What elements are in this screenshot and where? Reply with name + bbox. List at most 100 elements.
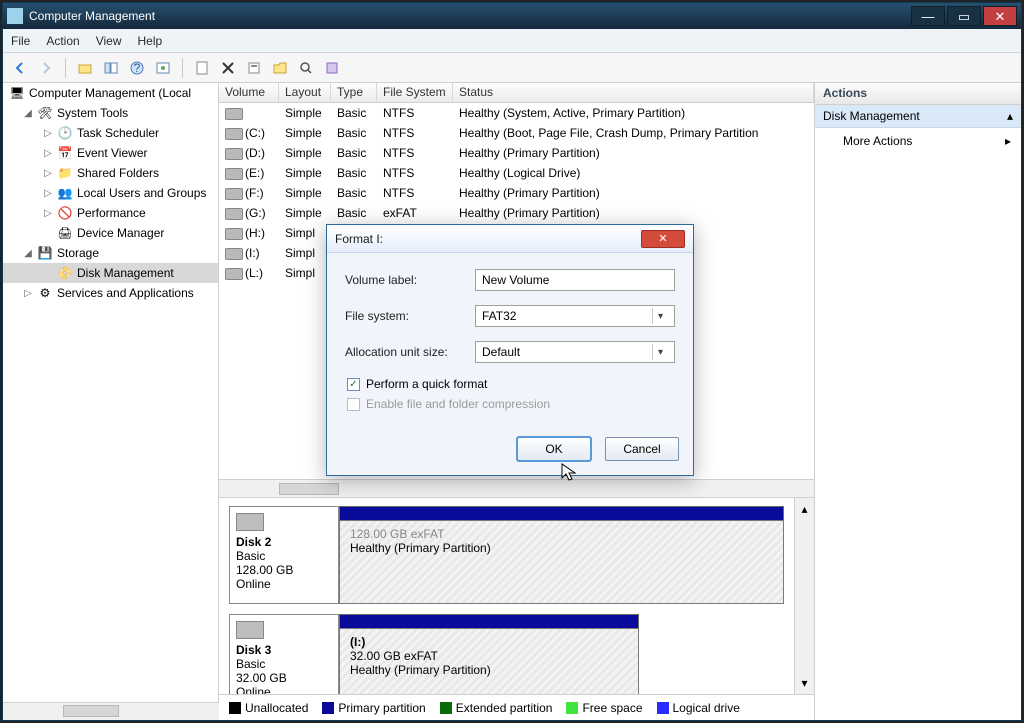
perf-icon: 🚫 bbox=[57, 205, 73, 221]
disk-size: 128.00 GB bbox=[236, 563, 332, 577]
disk-icon: 📀 bbox=[57, 265, 73, 281]
chevron-down-icon: ▾ bbox=[652, 344, 668, 360]
dialog-close-button[interactable]: ✕ bbox=[641, 230, 685, 248]
tree-shared-folders[interactable]: Shared Folders bbox=[77, 166, 159, 180]
tree-local-users[interactable]: Local Users and Groups bbox=[77, 186, 206, 200]
expand-icon[interactable]: ▷ bbox=[43, 128, 53, 139]
dialog-titlebar[interactable]: Format I: ✕ bbox=[327, 225, 693, 253]
tree-device-manager[interactable]: Device Manager bbox=[77, 226, 164, 240]
settings-button[interactable] bbox=[321, 57, 343, 79]
dialog-title: Format I: bbox=[335, 232, 641, 246]
volume-row[interactable]: (C:)SimpleBasicNTFSHealthy (Boot, Page F… bbox=[219, 123, 814, 143]
quick-format-checkbox[interactable]: ✓ Perform a quick format bbox=[347, 377, 675, 391]
checkbox-unchecked-icon bbox=[347, 398, 360, 411]
tree-event-viewer[interactable]: Event Viewer bbox=[77, 146, 147, 160]
volume-icon bbox=[225, 268, 243, 280]
tree-services[interactable]: Services and Applications bbox=[57, 286, 194, 300]
expand-icon[interactable]: ▷ bbox=[43, 188, 53, 199]
event-icon: 📅 bbox=[57, 145, 73, 161]
scroll-down-icon[interactable]: ▾ bbox=[801, 676, 807, 690]
actions-more[interactable]: More Actions ▸ bbox=[815, 128, 1021, 154]
filesystem-label: File system: bbox=[345, 309, 475, 323]
disk-row[interactable]: Disk 3 Basic 32.00 GB Online (I:) 32.00 … bbox=[229, 614, 784, 694]
magnify-button[interactable] bbox=[295, 57, 317, 79]
allocation-select[interactable]: Default ▾ bbox=[475, 341, 675, 363]
ok-button[interactable]: OK bbox=[517, 437, 591, 461]
volume-row[interactable]: (D:)SimpleBasicNTFSHealthy (Primary Part… bbox=[219, 143, 814, 163]
tools-icon: 🛠 bbox=[37, 105, 53, 121]
delete-button[interactable] bbox=[217, 57, 239, 79]
col-type[interactable]: Type bbox=[331, 83, 377, 102]
window-title: Computer Management bbox=[29, 9, 909, 23]
partition-area[interactable]: 128.00 GB exFAT Healthy (Primary Partiti… bbox=[339, 506, 784, 604]
tree-system-tools[interactable]: System Tools bbox=[57, 106, 128, 120]
volume-row[interactable]: (F:)SimpleBasicNTFSHealthy (Primary Part… bbox=[219, 183, 814, 203]
expand-icon[interactable]: ▷ bbox=[43, 148, 53, 159]
volume-icon bbox=[225, 168, 243, 180]
services-icon: ⚙ bbox=[37, 285, 53, 301]
minimize-button[interactable]: — bbox=[911, 6, 945, 26]
volume-icon bbox=[225, 208, 243, 220]
disk-icon bbox=[236, 513, 264, 531]
tree-storage[interactable]: Storage bbox=[57, 246, 99, 260]
volume-row[interactable]: (E:)SimpleBasicNTFSHealthy (Logical Driv… bbox=[219, 163, 814, 183]
menu-file[interactable]: File bbox=[11, 34, 30, 48]
collapse-icon[interactable]: ▴ bbox=[1007, 109, 1013, 123]
menu-view[interactable]: View bbox=[96, 34, 122, 48]
expand-icon[interactable]: ▷ bbox=[43, 208, 53, 219]
help-button[interactable]: ? bbox=[126, 57, 148, 79]
partition-label: (I:) bbox=[350, 635, 628, 649]
storage-icon: 💾 bbox=[37, 245, 53, 261]
forward-button[interactable] bbox=[35, 57, 57, 79]
volume-label-input[interactable] bbox=[475, 269, 675, 291]
expand-icon[interactable]: ▷ bbox=[23, 288, 33, 299]
volume-row[interactable]: SimpleBasicNTFSHealthy (System, Active, … bbox=[219, 103, 814, 123]
close-button[interactable] bbox=[983, 6, 1017, 26]
scroll-up-icon[interactable]: ▴ bbox=[801, 502, 807, 516]
maximize-button[interactable]: ▭ bbox=[947, 6, 981, 26]
refresh-button[interactable] bbox=[152, 57, 174, 79]
chevron-right-icon: ▸ bbox=[1005, 134, 1011, 148]
volume-icon bbox=[225, 188, 243, 200]
volume-scrollbar[interactable] bbox=[219, 479, 814, 497]
disk-row[interactable]: Disk 2 Basic 128.00 GB Online 128.00 GB … bbox=[229, 506, 784, 604]
col-layout[interactable]: Layout bbox=[279, 83, 331, 102]
partition-info: 32.00 GB exFAT bbox=[350, 649, 628, 663]
show-hide-tree-button[interactable] bbox=[100, 57, 122, 79]
properties-button[interactable] bbox=[191, 57, 213, 79]
cancel-button[interactable]: Cancel bbox=[605, 437, 679, 461]
menu-action[interactable]: Action bbox=[46, 34, 79, 48]
disk-size: 32.00 GB bbox=[236, 671, 332, 685]
collapse-icon[interactable]: ◢ bbox=[23, 248, 33, 259]
action-button[interactable] bbox=[243, 57, 265, 79]
col-volume[interactable]: Volume bbox=[219, 83, 279, 102]
up-button[interactable] bbox=[74, 57, 96, 79]
tree-disk-management[interactable]: Disk Management bbox=[77, 266, 174, 280]
partition-area[interactable]: (I:) 32.00 GB exFAT Healthy (Primary Par… bbox=[339, 614, 639, 694]
menu-help[interactable]: Help bbox=[138, 34, 163, 48]
expand-icon[interactable]: ▷ bbox=[43, 168, 53, 179]
actions-section[interactable]: Disk Management ▴ bbox=[815, 105, 1021, 128]
col-filesystem[interactable]: File System bbox=[377, 83, 453, 102]
navigation-tree[interactable]: 🖥Computer Management (Local ◢🛠System Too… bbox=[3, 83, 219, 702]
filesystem-select[interactable]: FAT32 ▾ bbox=[475, 305, 675, 327]
volume-row[interactable]: (G:)SimpleBasicexFATHealthy (Primary Par… bbox=[219, 203, 814, 223]
tree-scrollbar[interactable] bbox=[3, 702, 219, 720]
open-button[interactable] bbox=[269, 57, 291, 79]
back-button[interactable] bbox=[9, 57, 31, 79]
users-icon: 👥 bbox=[57, 185, 73, 201]
disk-state: Online bbox=[236, 577, 332, 591]
collapse-icon[interactable]: ◢ bbox=[23, 108, 33, 119]
disk-type: Basic bbox=[236, 549, 332, 563]
tree-root[interactable]: Computer Management (Local bbox=[29, 86, 191, 100]
app-icon bbox=[7, 8, 23, 24]
titlebar[interactable]: Computer Management — ▭ bbox=[3, 3, 1021, 29]
disk-scrollbar[interactable]: ▴ ▾ bbox=[794, 498, 814, 694]
actions-pane: Actions Disk Management ▴ More Actions ▸ bbox=[815, 83, 1021, 720]
volume-icon bbox=[225, 228, 243, 240]
legend: Unallocated Primary partition Extended p… bbox=[219, 694, 814, 720]
tree-performance[interactable]: Performance bbox=[77, 206, 146, 220]
actions-header: Actions bbox=[815, 83, 1021, 105]
col-status[interactable]: Status bbox=[453, 83, 814, 102]
tree-task-scheduler[interactable]: Task Scheduler bbox=[77, 126, 159, 140]
